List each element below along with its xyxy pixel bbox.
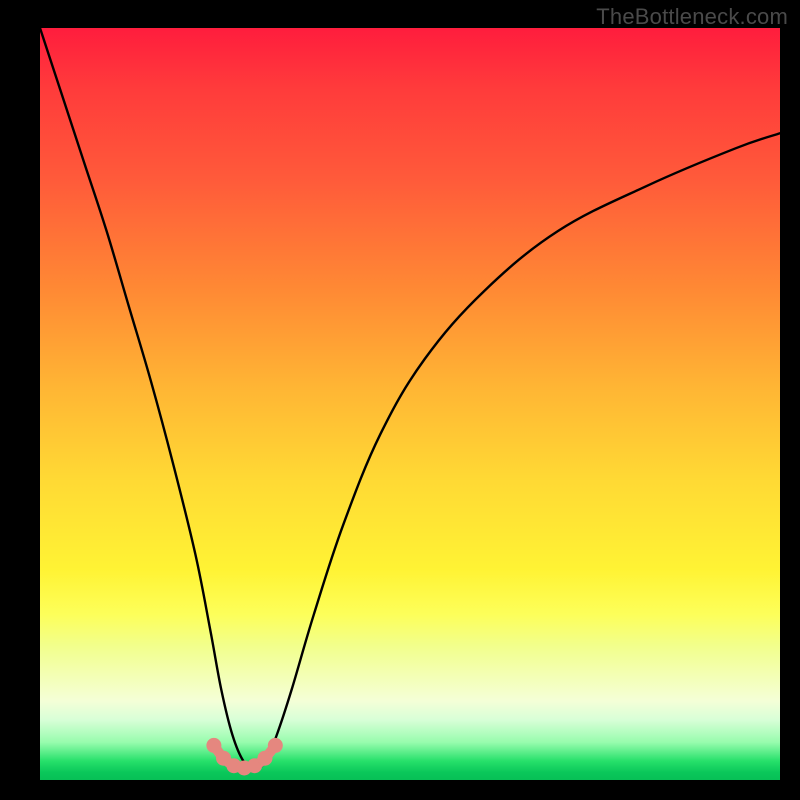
bottleneck-curve — [40, 28, 780, 769]
bottom-highlight-dots — [206, 738, 282, 776]
chart-frame: TheBottleneck.com — [0, 0, 800, 800]
highlight-dot — [268, 738, 283, 753]
curve-layer — [40, 28, 780, 780]
plot-area — [40, 28, 780, 780]
highlight-dot — [206, 738, 221, 753]
watermark: TheBottleneck.com — [596, 4, 788, 30]
highlight-dot — [257, 751, 272, 766]
